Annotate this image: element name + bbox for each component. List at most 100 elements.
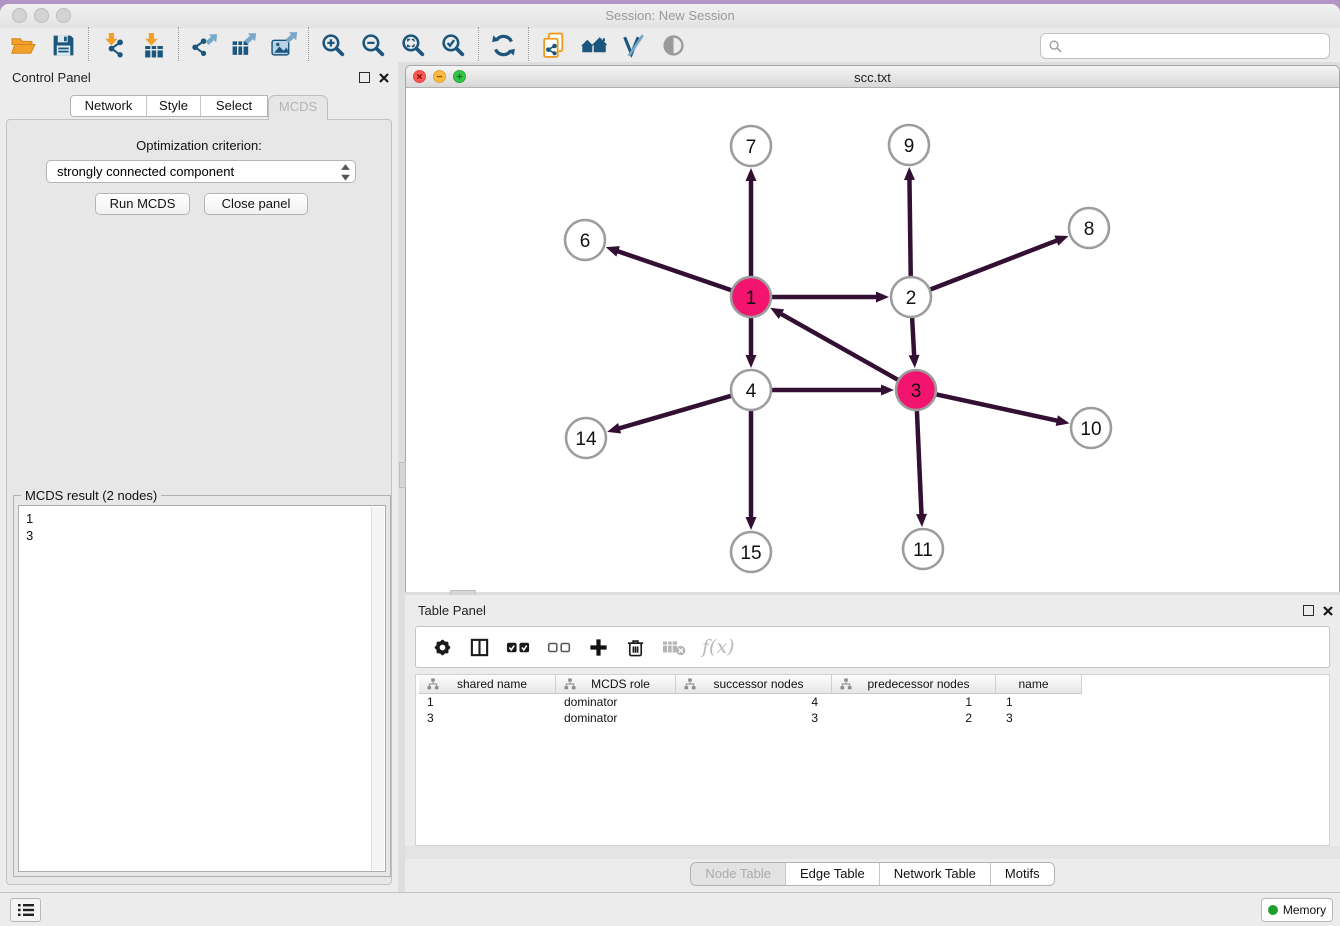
column-layout-icon[interactable] xyxy=(469,635,490,659)
table-row[interactable]: 1dominator411 xyxy=(419,694,1329,710)
table-row[interactable]: 3dominator323 xyxy=(419,710,1329,726)
run-mcds-button[interactable]: Run MCDS xyxy=(95,193,190,215)
add-row-icon[interactable] xyxy=(588,635,609,659)
column-header-shared-name[interactable]: shared name xyxy=(419,675,556,694)
tab-motifs[interactable]: Motifs xyxy=(991,863,1054,885)
tab-mcds[interactable]: MCDS xyxy=(268,95,328,120)
close-panel-icon[interactable] xyxy=(378,71,390,83)
graph-node-10[interactable]: 10 xyxy=(1071,408,1111,448)
node-table: shared nameMCDS rolesuccessor nodesprede… xyxy=(415,674,1330,846)
graph-edge-4-3[interactable] xyxy=(769,385,894,396)
export-network-icon[interactable] xyxy=(188,30,218,60)
refresh-icon[interactable] xyxy=(488,30,518,60)
zoom-in-icon[interactable] xyxy=(318,30,348,60)
graph-edge-1-6[interactable] xyxy=(606,246,734,291)
close-panel-icon[interactable] xyxy=(1322,604,1334,616)
delete-row-icon[interactable] xyxy=(625,635,646,659)
float-panel-icon[interactable] xyxy=(1303,605,1314,616)
home-icon[interactable] xyxy=(578,30,608,60)
column-header-MCDS-role[interactable]: MCDS role xyxy=(556,675,676,694)
network-window-titlebar[interactable]: scc.txt xyxy=(406,66,1339,88)
graph-edge-1-7[interactable] xyxy=(746,168,757,279)
tab-node-table[interactable]: Node Table xyxy=(691,863,786,885)
graph-node-3[interactable]: 3 xyxy=(896,370,936,410)
table-cell[interactable]: 2 xyxy=(832,710,996,726)
save-icon[interactable] xyxy=(48,30,78,60)
table-cell[interactable]: 1 xyxy=(832,694,996,710)
table-cell[interactable]: 3 xyxy=(996,710,1082,726)
graph-node-1[interactable]: 1 xyxy=(731,277,771,317)
tab-network[interactable]: Network xyxy=(71,96,147,116)
search-box[interactable] xyxy=(1040,33,1330,59)
graph-node-6[interactable]: 6 xyxy=(565,220,605,260)
task-history-button[interactable] xyxy=(10,898,41,922)
open-folder-icon[interactable] xyxy=(8,30,38,60)
tab-select[interactable]: Select xyxy=(201,96,267,116)
graph-edge-1-4[interactable] xyxy=(746,315,757,368)
table-cell[interactable]: 3 xyxy=(676,710,832,726)
deselect-all-icon[interactable] xyxy=(547,635,572,659)
zoom-selected-icon[interactable] xyxy=(438,30,468,60)
graph-node-15[interactable]: 15 xyxy=(731,532,771,572)
dropdown-stepper-icon xyxy=(340,163,351,180)
close-panel-button[interactable]: Close panel xyxy=(204,193,308,215)
graph-edge-3-11[interactable] xyxy=(916,408,927,527)
export-table-icon[interactable] xyxy=(228,30,258,60)
table-cell[interactable]: dominator xyxy=(556,710,676,726)
graph-node-8[interactable]: 8 xyxy=(1069,208,1109,248)
graph-edge-1-2[interactable] xyxy=(769,292,889,303)
settings-gear-icon[interactable] xyxy=(432,635,453,659)
list-icon xyxy=(17,903,35,917)
column-header-successor-nodes[interactable]: successor nodes xyxy=(676,675,832,694)
select-all-icon[interactable] xyxy=(506,635,531,659)
result-scrollbar[interactable] xyxy=(371,507,384,870)
float-panel-icon[interactable] xyxy=(359,72,370,83)
table-cell[interactable]: 1 xyxy=(419,694,556,710)
export-image-icon[interactable] xyxy=(268,30,298,60)
zoom-fit-icon[interactable] xyxy=(398,30,428,60)
import-table-icon[interactable] xyxy=(138,30,168,60)
table-cell[interactable]: 4 xyxy=(676,694,832,710)
graph-edge-2-3[interactable] xyxy=(909,315,920,368)
network-view-window: scc.txt 1 2 3 4 6 7 8 9 10 11 14 15 xyxy=(405,65,1340,592)
graph-node-11[interactable]: 11 xyxy=(903,529,943,569)
clone-network-icon[interactable] xyxy=(538,30,568,60)
graphics-details-icon[interactable] xyxy=(618,30,648,60)
tab-style[interactable]: Style xyxy=(147,96,201,116)
svg-text:3: 3 xyxy=(911,381,922,402)
column-header-predecessor-nodes[interactable]: predecessor nodes xyxy=(832,675,996,694)
import-network-icon[interactable] xyxy=(98,30,128,60)
graph-node-14[interactable]: 14 xyxy=(566,418,606,458)
delete-table-icon xyxy=(662,635,686,659)
graph-node-4[interactable]: 4 xyxy=(731,370,771,410)
table-cell[interactable]: 1 xyxy=(996,694,1082,710)
graph-edge-4-15[interactable] xyxy=(746,408,757,530)
tab-edge-table[interactable]: Edge Table xyxy=(786,863,880,885)
mcds-result-box[interactable]: 1 3 xyxy=(18,505,386,872)
vertical-splitter-handle[interactable] xyxy=(399,462,406,488)
table-cell[interactable]: 3 xyxy=(419,710,556,726)
graph-edge-3-1[interactable] xyxy=(770,308,900,381)
graph-edge-4-14[interactable] xyxy=(607,395,734,433)
criterion-dropdown[interactable]: strongly connected component xyxy=(46,160,356,183)
contrast-icon[interactable] xyxy=(658,30,688,60)
network-canvas[interactable]: 1 2 3 4 6 7 8 9 10 11 14 15 xyxy=(406,88,1339,592)
graph-node-9[interactable]: 9 xyxy=(889,125,929,165)
column-header-name[interactable]: name xyxy=(996,675,1082,694)
graph-node-2[interactable]: 2 xyxy=(891,277,931,317)
graph-node-7[interactable]: 7 xyxy=(731,126,771,166)
mcds-result-line: 1 xyxy=(26,510,385,527)
search-icon xyxy=(1048,39,1063,54)
svg-text:6: 6 xyxy=(580,231,591,252)
table-panel: Table Panel f(x) shared nameMCDS rolesuc… xyxy=(405,595,1340,892)
optimization-criterion-label: Optimization criterion: xyxy=(7,138,391,153)
graph-edge-2-8[interactable] xyxy=(928,236,1069,291)
zoom-out-icon[interactable] xyxy=(358,30,388,60)
search-input[interactable] xyxy=(1063,36,1329,56)
graph-edge-2-9[interactable] xyxy=(904,167,915,279)
memory-button[interactable]: Memory xyxy=(1261,898,1333,922)
tab-network-table[interactable]: Network Table xyxy=(880,863,991,885)
application-window: Session: New Session Control Panel xyxy=(0,0,1340,926)
table-cell[interactable]: dominator xyxy=(556,694,676,710)
graph-edge-3-10[interactable] xyxy=(934,394,1070,426)
